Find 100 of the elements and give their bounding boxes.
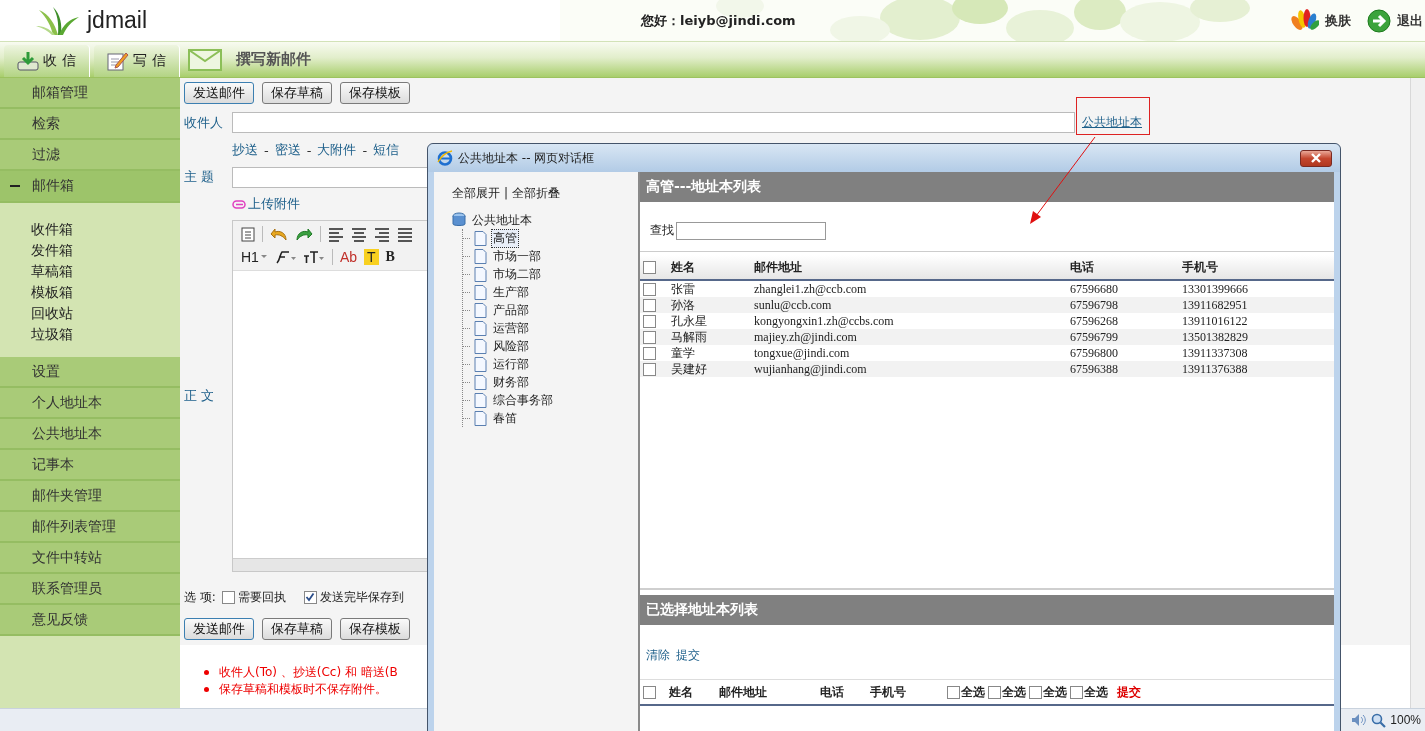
redo-icon[interactable] [295, 227, 313, 242]
action-link[interactable]: 清除 [646, 646, 670, 664]
compose-link[interactable]: 短信 [373, 141, 400, 159]
compose-link[interactable]: 大附件 [317, 141, 357, 159]
name-cell-text: 吴建好 [671, 361, 708, 378]
zoom-level[interactable]: 100% [1390, 713, 1421, 727]
address-book-link[interactable]: 公共地址本 [1082, 114, 1142, 131]
toolbar-button[interactable]: 保存草稿 [262, 618, 332, 640]
paperclip-icon [232, 199, 246, 209]
magnifier-icon[interactable] [1371, 712, 1387, 728]
column-header: 邮件地址 [754, 258, 803, 276]
align-left-icon[interactable] [328, 226, 344, 242]
sidebar-item[interactable]: 邮件列表管理 [0, 512, 180, 543]
skin-link[interactable]: 换肤 [1291, 8, 1351, 33]
checkbox[interactable] [643, 283, 656, 296]
paste-icon[interactable] [241, 226, 255, 243]
checkbox[interactable] [1029, 685, 1042, 699]
scrollbar[interactable] [1410, 78, 1425, 708]
sidebar-item[interactable]: 过滤 [0, 140, 180, 171]
tree-node[interactable]: 公共地址本 [470, 210, 534, 230]
tree-node[interactable]: 生产部 [491, 282, 531, 302]
tree-node[interactable]: 高管 [491, 228, 519, 248]
nav-tab[interactable]: 收 信 [4, 45, 90, 77]
tree-node[interactable]: 产品部 [491, 300, 531, 320]
sidebar-item[interactable]: 邮件夹管理 [0, 481, 180, 512]
link-separator: - [306, 142, 312, 158]
name-cell-text: 孔永星 [671, 313, 708, 330]
font-size-icon[interactable] [302, 249, 325, 264]
sidebar-item[interactable]: 检索 [0, 109, 180, 140]
document-icon [474, 356, 487, 372]
justify-icon[interactable] [397, 226, 413, 242]
recipient-field[interactable] [232, 112, 1075, 133]
upload-attachment-link[interactable]: 上传附件 [248, 195, 300, 213]
collapse-all-link[interactable]: 全部折叠 [512, 184, 561, 202]
checkbox[interactable] [643, 347, 656, 360]
checkbox[interactable] [947, 685, 960, 699]
tree-node[interactable]: 风险部 [491, 336, 531, 356]
bullet-icon [204, 687, 209, 692]
folder-link[interactable]: 垃圾箱 [31, 324, 180, 345]
arrow-circle-icon [1367, 8, 1391, 33]
column-header: 姓名 [669, 683, 694, 701]
bullet-icon [204, 670, 209, 675]
sidebar-item[interactable]: 邮箱管理 [0, 78, 180, 109]
email-cell-text: tongxue@jindi.com [754, 346, 851, 361]
search-field[interactable] [676, 221, 826, 240]
sidebar-item[interactable]: 设置 [0, 357, 180, 388]
align-right-icon[interactable] [374, 226, 390, 242]
compose-link[interactable]: 密送 [274, 141, 301, 159]
toolbar-button[interactable]: 发送邮件 [184, 82, 254, 104]
folder-link[interactable]: 发件箱 [31, 240, 180, 261]
submit-link[interactable]: 提交 [1117, 683, 1141, 701]
tree-node[interactable]: 运行部 [491, 354, 531, 374]
text-color-button[interactable]: Ab [339, 248, 358, 265]
checkbox[interactable] [643, 685, 656, 699]
dialog-title: 公共地址本 -- 网页对话框 [458, 149, 595, 167]
expand-all-link[interactable]: 全部展开 [452, 184, 500, 202]
checkbox[interactable] [643, 299, 656, 312]
speaker-icon[interactable] [1351, 713, 1368, 727]
sidebar-item[interactable]: 公共地址本 [0, 419, 180, 450]
checkbox[interactable] [643, 315, 656, 328]
tree-node[interactable]: 春笛 [491, 408, 519, 428]
toolbar-button[interactable]: 发送邮件 [184, 618, 254, 640]
align-center-icon[interactable] [351, 226, 367, 242]
tree-node[interactable]: 市场二部 [491, 264, 543, 284]
tree-node[interactable]: 财务部 [491, 372, 531, 392]
checkbox[interactable] [643, 260, 656, 274]
nav-tab[interactable]: 写 信 [94, 45, 180, 77]
checkbox[interactable] [221, 590, 235, 604]
folder-link[interactable]: 收件箱 [31, 219, 180, 240]
checkbox[interactable] [643, 363, 656, 376]
sidebar-item[interactable]: 邮件箱 [0, 171, 180, 203]
close-button[interactable] [1300, 149, 1332, 167]
logout-link[interactable]: 退出 [1367, 8, 1423, 33]
tree-node[interactable]: 综合事务部 [491, 390, 555, 410]
checkbox[interactable] [1070, 685, 1083, 699]
notepad-pencil-icon [107, 51, 130, 71]
folder-link[interactable]: 回收站 [31, 303, 180, 324]
toolbar-button[interactable]: 保存模板 [340, 82, 410, 104]
tree-node[interactable]: 运营部 [491, 318, 531, 338]
undo-icon[interactable] [270, 227, 288, 242]
checkbox[interactable] [303, 590, 317, 604]
highlight-button[interactable]: T [364, 248, 379, 265]
toolbar-button[interactable]: 保存草稿 [262, 82, 332, 104]
checkbox[interactable] [988, 685, 1001, 699]
sidebar-item[interactable]: 个人地址本 [0, 388, 180, 419]
folder-link[interactable]: 模板箱 [31, 282, 180, 303]
bold-button[interactable]: B [385, 248, 395, 265]
sidebar-item[interactable]: 意见反馈 [0, 605, 180, 636]
sidebar-item[interactable]: 联系管理员 [0, 574, 180, 605]
sidebar-item[interactable]: 文件中转站 [0, 543, 180, 574]
tree-node[interactable]: 市场一部 [491, 246, 543, 266]
checkbox[interactable] [643, 331, 656, 344]
folder-link[interactable]: 草稿箱 [31, 261, 180, 282]
toolbar-button[interactable]: 保存模板 [340, 618, 410, 640]
sidebar-item[interactable]: 记事本 [0, 450, 180, 481]
phone-cell-text: 67596268 [1070, 314, 1119, 329]
compose-link[interactable]: 抄送 [232, 141, 258, 159]
heading-button[interactable]: H1 [241, 248, 267, 265]
action-link[interactable]: 提交 [676, 646, 700, 664]
name-cell-text: 童学 [671, 345, 696, 362]
